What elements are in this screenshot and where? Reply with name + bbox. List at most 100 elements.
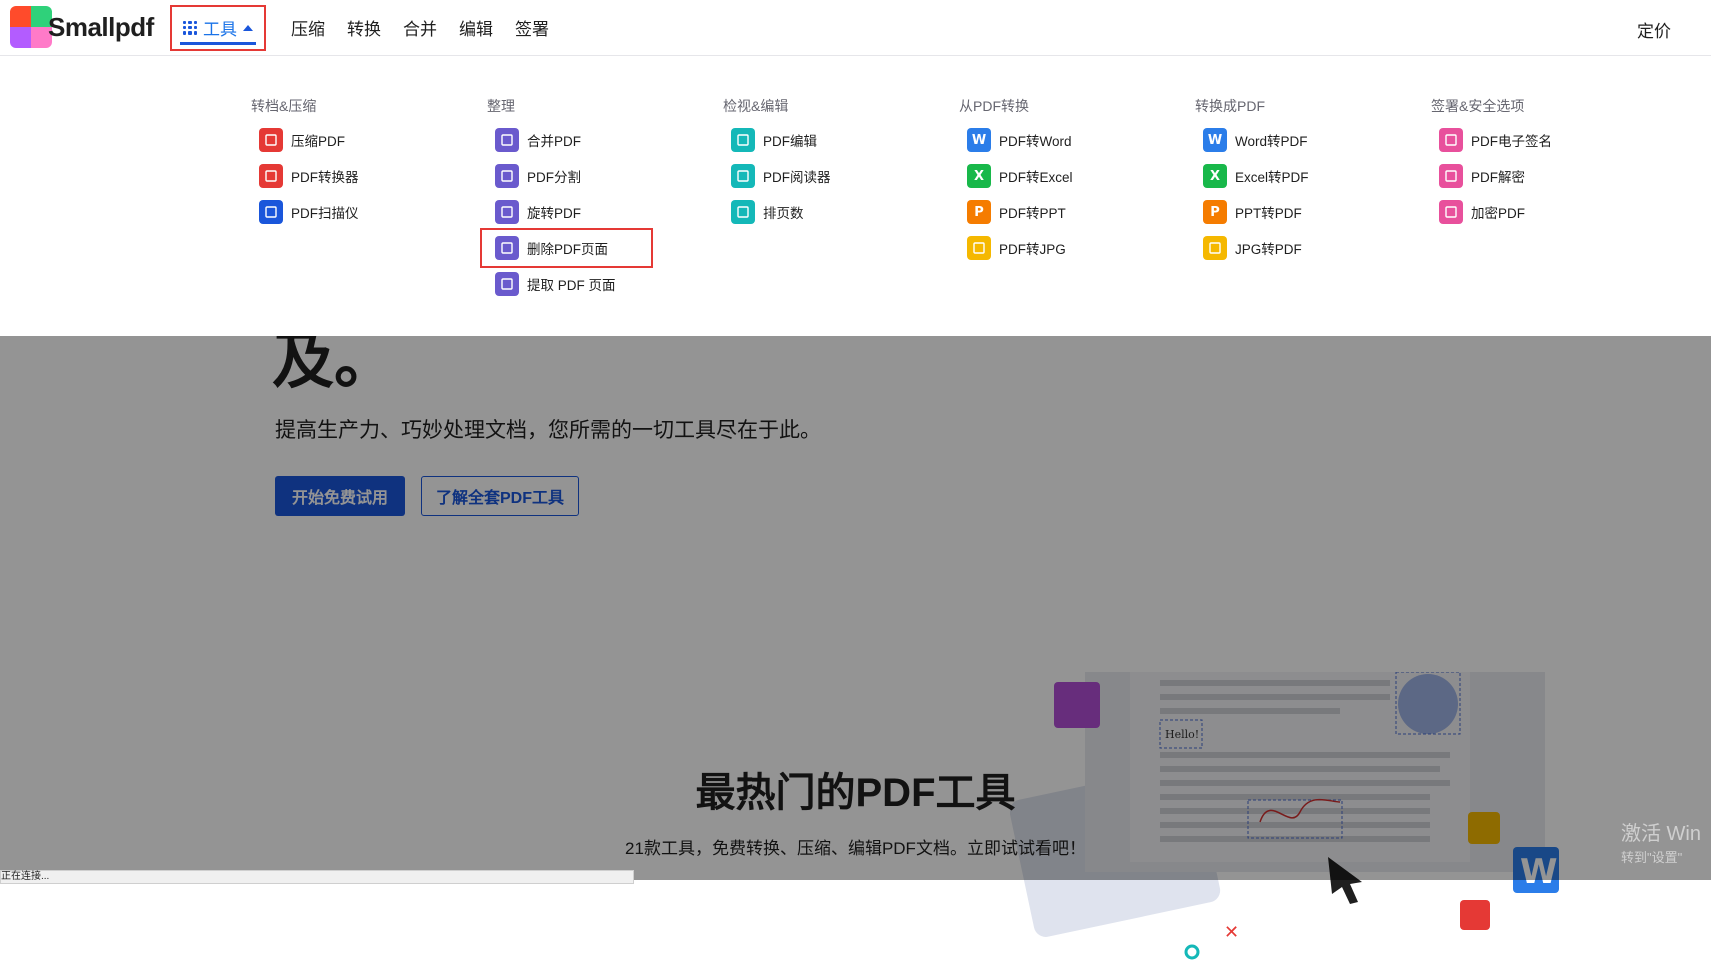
tool-label: Word转PDF <box>1235 134 1308 149</box>
nav-sign[interactable]: 签署 <box>515 15 549 40</box>
tool-label: PDF转换器 <box>291 170 359 185</box>
tool-link[interactable]: 排页数 <box>723 194 831 230</box>
tools-column: 转档&压缩压缩PDF PDF转换器 PDF扫描仪 <box>251 96 359 230</box>
column-title: 转档&压缩 <box>251 98 317 114</box>
tool-label: PDF扫描仪 <box>291 206 359 221</box>
scissors-icon <box>495 164 519 188</box>
tool-link[interactable]: P PDF转PPT <box>959 194 1073 230</box>
tools-column: 从PDF转换 W PDF转Word X PDF转Excel P PDF转PPT PDF转JPG <box>959 96 1073 266</box>
tools-column: 转换成PDF W Word转PDF X Excel转PDF P PPT转PDF JPG转PDF <box>1195 96 1309 266</box>
tool-label: PDF编辑 <box>763 134 817 149</box>
tool-link[interactable]: JPG转PDF <box>1195 230 1309 266</box>
dim-overlay[interactable] <box>0 336 1711 880</box>
tool-link[interactable]: 删除PDF页面 <box>480 228 653 268</box>
logo-icon <box>10 6 52 48</box>
tool-label: PDF转PPT <box>999 206 1066 221</box>
tools-dropdown: 转档&压缩压缩PDF PDF转换器 PDF扫描仪 整理合并PDF PDF分割旋转PDF 删… <box>0 56 1711 336</box>
nav-compress[interactable]: 压缩 <box>291 15 325 40</box>
tool-link[interactable]: W Word转PDF <box>1195 122 1309 158</box>
compress-icon <box>259 128 283 152</box>
apps-grid-icon <box>183 20 197 35</box>
tool-link[interactable]: P PPT转PDF <box>1195 194 1309 230</box>
page-number-icon <box>731 200 755 224</box>
word-icon: W <box>1203 128 1227 152</box>
tool-link[interactable]: PDF扫描仪 <box>251 194 359 230</box>
tool-link[interactable]: PDF编辑 <box>723 122 831 158</box>
nav-tools-menu[interactable]: 工具 <box>170 4 266 51</box>
extract-icon <box>495 272 519 296</box>
tool-label: Excel转PDF <box>1235 170 1309 185</box>
tool-link[interactable]: X Excel转PDF <box>1195 158 1309 194</box>
tool-link[interactable]: 压缩PDF <box>251 122 359 158</box>
trash-icon <box>495 236 519 260</box>
camera-icon <box>259 200 283 224</box>
browser-status-bar: 正在连接... <box>0 870 634 884</box>
tool-label: 提取 PDF 页面 <box>527 278 616 293</box>
column-title: 转换成PDF <box>1195 98 1265 114</box>
tool-label: PDF分割 <box>527 170 581 185</box>
nav-convert[interactable]: 转换 <box>347 15 381 40</box>
top-header: Smallpdf 工具 压缩 转换 合并 编辑 签署 定价 <box>0 0 1711 56</box>
rotate-icon <box>495 200 519 224</box>
tool-label: 加密PDF <box>1471 206 1525 221</box>
main-nav: 工具 压缩 转换 合并 编辑 签署 <box>170 0 560 55</box>
tool-label: PPT转PDF <box>1235 206 1302 221</box>
watermark-line-1: 激活 Win <box>1621 823 1701 845</box>
tool-link[interactable]: 加密PDF <box>1431 194 1552 230</box>
excel-icon: X <box>1203 164 1227 188</box>
tools-column: 签署&安全选项 PDF电子签名 PDF解密加密PDF <box>1431 96 1552 230</box>
tool-link[interactable]: PDF转换器 <box>251 158 359 194</box>
image-icon <box>967 236 991 260</box>
ppt-icon: P <box>1203 200 1227 224</box>
tool-label: 合并PDF <box>527 134 581 149</box>
tool-label: 排页数 <box>763 206 804 221</box>
tool-link[interactable]: W PDF转Word <box>959 122 1073 158</box>
reader-icon <box>731 164 755 188</box>
column-title: 整理 <box>487 98 515 114</box>
tool-label: PDF转Excel <box>999 170 1073 185</box>
tool-link[interactable]: PDF阅读器 <box>723 158 831 194</box>
smallpdf-logo[interactable]: Smallpdf <box>10 6 154 48</box>
merge-icon <box>495 128 519 152</box>
tool-label: 删除PDF页面 <box>527 242 608 257</box>
nav-merge[interactable]: 合并 <box>403 15 437 40</box>
ppt-icon: P <box>967 200 991 224</box>
word-icon: W <box>967 128 991 152</box>
convert-icon <box>259 164 283 188</box>
column-title: 检视&编辑 <box>723 98 789 114</box>
tool-link[interactable]: X PDF转Excel <box>959 158 1073 194</box>
excel-icon: X <box>967 164 991 188</box>
caret-up-icon <box>243 24 253 31</box>
tool-label: 旋转PDF <box>527 206 581 221</box>
tool-label: PDF转JPG <box>999 242 1066 257</box>
tools-column: 检视&编辑 PDF编辑 PDF阅读器 排页数 <box>723 96 831 230</box>
tool-link[interactable]: 合并PDF <box>487 122 651 158</box>
tool-label: JPG转PDF <box>1235 242 1302 257</box>
tool-label: PDF转Word <box>999 134 1072 149</box>
nav-edit[interactable]: 编辑 <box>459 15 493 40</box>
tool-label: PDF阅读器 <box>763 170 831 185</box>
unlock-icon <box>1439 164 1463 188</box>
tool-link[interactable]: 提取 PDF 页面 <box>487 266 651 302</box>
tool-label: PDF电子签名 <box>1471 134 1552 149</box>
tool-label: 压缩PDF <box>291 134 345 149</box>
nav-pricing[interactable]: 定价 <box>1637 17 1671 42</box>
tool-link[interactable]: PDF解密 <box>1431 158 1552 194</box>
nav-tools-label: 工具 <box>203 20 237 39</box>
signature-icon <box>1439 128 1463 152</box>
tool-link[interactable]: 旋转PDF <box>487 194 651 230</box>
windows-activation-watermark: 激活 Win 转到"设置" <box>1621 822 1711 870</box>
text-edit-icon <box>731 128 755 152</box>
tool-link[interactable]: PDF电子签名 <box>1431 122 1552 158</box>
tool-link[interactable]: PDF转JPG <box>959 230 1073 266</box>
watermark-line-2: 转到"设置" <box>1621 850 1683 865</box>
active-underline <box>180 41 256 45</box>
svg-text:✕: ✕ <box>1224 922 1239 942</box>
tools-column: 整理合并PDF PDF分割旋转PDF 删除PDF页面 提取 PDF 页面 <box>480 96 653 302</box>
column-title: 签署&安全选项 <box>1431 98 1525 114</box>
tool-link[interactable]: PDF分割 <box>487 158 651 194</box>
lock-icon <box>1439 200 1463 224</box>
tool-label: PDF解密 <box>1471 170 1525 185</box>
image-icon <box>1203 236 1227 260</box>
column-title: 从PDF转换 <box>959 98 1029 114</box>
